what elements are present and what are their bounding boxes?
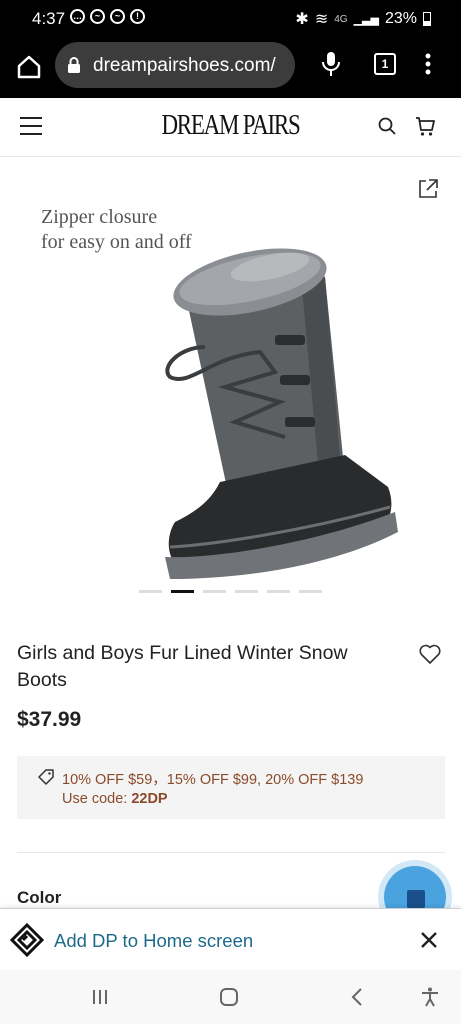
lock-icon: [68, 57, 80, 73]
divider: [17, 852, 445, 853]
status-right: ✱ ≋ 4G ▁▃▅ 23%: [295, 9, 431, 29]
notification-icons: … ~ ~ !: [70, 9, 145, 24]
browser-toolbar: dreampairshoes.com/ 1: [0, 36, 461, 98]
bluetooth-icon: ✱: [295, 11, 309, 28]
cart-icon[interactable]: [414, 115, 436, 137]
promo-code-line: Use code: 22DP: [62, 791, 168, 807]
menu-icon[interactable]: [20, 117, 42, 135]
more-vert-icon[interactable]: [420, 50, 436, 78]
message-icon: …: [70, 9, 85, 24]
close-icon[interactable]: [418, 929, 440, 951]
alert-icon: !: [130, 9, 145, 24]
slide-dot[interactable]: [139, 590, 162, 593]
status-time: 4:37: [32, 9, 66, 28]
gallery-pagination: [139, 590, 322, 593]
slide-dot[interactable]: [267, 590, 290, 593]
add-to-home-banner[interactable]: Add DP to Home screen: [0, 908, 461, 971]
site-logo[interactable]: DREAM PAIRS: [41, 110, 419, 142]
mic-icon[interactable]: [320, 50, 342, 78]
home-nav-icon[interactable]: [218, 986, 240, 1008]
accessibility-icon[interactable]: [419, 986, 441, 1008]
battery-icon: [423, 12, 431, 26]
status-bar: 4:37 … ~ ~ ! ✱ ≋ 4G ▁▃▅ 23%: [0, 0, 461, 36]
site-header: DREAM PAIRS: [0, 98, 461, 157]
search-icon[interactable]: [377, 116, 397, 136]
system-nav-bar: [0, 970, 461, 1024]
messenger-icon: ~: [110, 9, 125, 24]
product-title: Girls and Boys Fur Lined Winter Snow Boo…: [17, 642, 348, 691]
battery-level: 23%: [384, 10, 417, 27]
back-icon[interactable]: [347, 986, 369, 1008]
slide-dot-active[interactable]: [171, 590, 194, 593]
boot-image: [165, 248, 398, 579]
product-gallery[interactable]: Zipper closure for easy on and off: [0, 157, 461, 627]
promo-box: 10% OFF $59，15% OFF $99, 20% OFF $139 Us…: [17, 756, 445, 819]
tag-icon: [38, 769, 54, 785]
promo-code-prefix: Use code:: [62, 791, 132, 807]
messenger-icon: ~: [90, 9, 105, 24]
color-label: Color: [17, 888, 62, 906]
heart-icon[interactable]: [418, 643, 442, 665]
url-bar[interactable]: dreampairshoes.com/: [55, 42, 295, 88]
recents-icon[interactable]: [89, 986, 111, 1008]
promo-offers: 10% OFF $59，15% OFF $99, 20% OFF $139: [62, 772, 364, 788]
dp-logo-icon: [10, 923, 44, 957]
slide-dot[interactable]: [235, 590, 258, 593]
network-type: 4G: [334, 13, 348, 25]
tabs-icon[interactable]: 1: [374, 53, 396, 75]
add-to-home-label[interactable]: Add DP to Home screen: [54, 930, 253, 952]
share-icon[interactable]: [416, 177, 440, 201]
promo-code: 22DP: [131, 791, 168, 807]
product-price: $37.99: [17, 708, 82, 731]
wifi-icon: ≋: [314, 11, 329, 28]
home-icon[interactable]: [14, 52, 44, 82]
slide-dot[interactable]: [203, 590, 226, 593]
url-text: dreampairshoes.com/: [93, 55, 276, 76]
signal-icon: ▁▃▅: [353, 13, 379, 26]
slide-dot[interactable]: [299, 590, 322, 593]
